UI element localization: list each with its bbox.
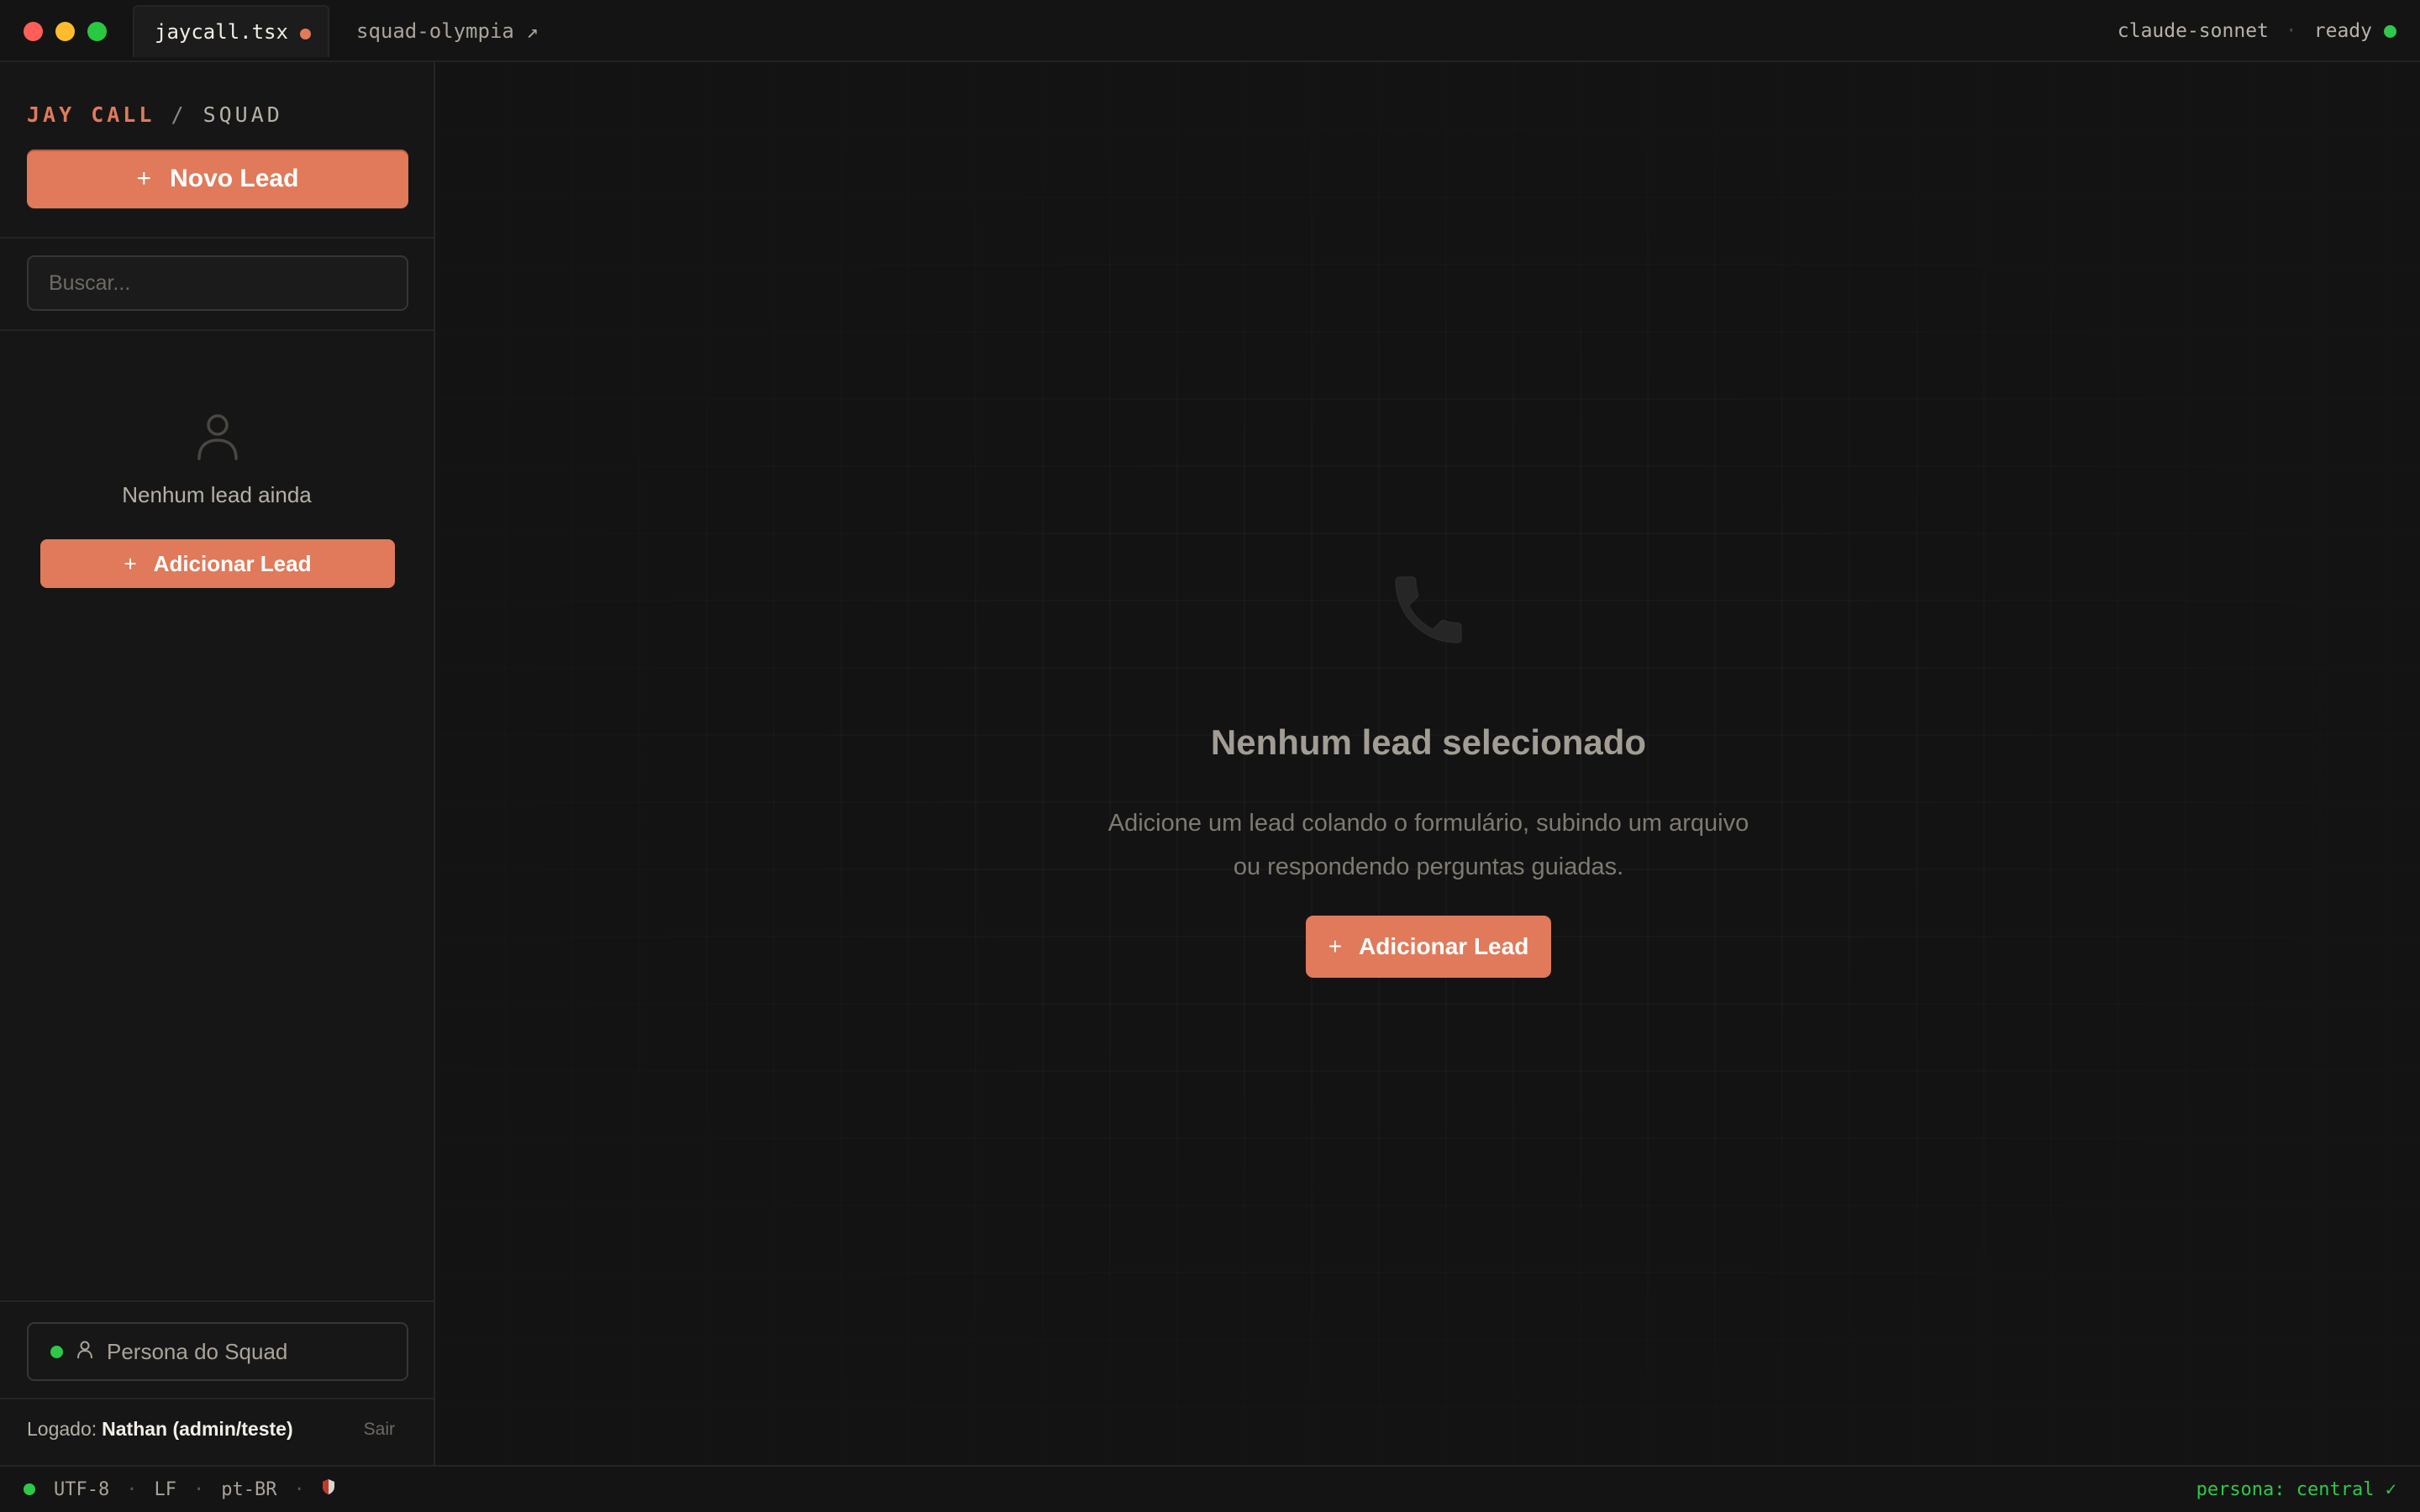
encoding[interactable]: UTF-8 (54, 1479, 109, 1500)
plus-icon: + (136, 165, 152, 192)
logout-link[interactable]: Sair (364, 1420, 395, 1440)
add-lead-main-label: Adicionar Lead (1359, 933, 1529, 959)
plus-icon: + (1328, 933, 1343, 959)
logged-user: Logado: Nathan (admin/teste) Sair (27, 1418, 408, 1441)
separator: · (126, 1478, 138, 1500)
persona-selector[interactable]: Persona do Squad (27, 1322, 408, 1381)
ready-status: ready (2313, 20, 2372, 42)
line-ending[interactable]: LF (154, 1479, 176, 1500)
status-dot-icon (50, 1345, 63, 1358)
status-bar: UTF-8 · LF · pt-BR · persona: central ✓ (0, 1465, 2420, 1512)
brand-slash: / (155, 102, 203, 127)
shield-icon (322, 1478, 335, 1500)
phone-icon (1385, 566, 1472, 658)
maximize-window-button[interactable] (87, 22, 107, 41)
add-lead-label: Adicionar Lead (153, 550, 312, 576)
logged-prefix: Logado: (27, 1418, 97, 1440)
brand-name: JAY CALL (27, 102, 155, 127)
main-panel: Nenhum lead selecionado Adicione um lead… (437, 62, 2420, 1465)
tab-jaycall[interactable]: jaycall.tsx (133, 5, 329, 57)
brand: JAY CALL / SQUAD (27, 102, 283, 127)
empty-state-text: Nenhum lead ainda (122, 482, 312, 507)
status-dot-icon (24, 1483, 35, 1495)
search-input[interactable] (27, 255, 408, 311)
titlebar-status: claude-sonnet · ready (2118, 0, 2396, 62)
plus-icon: + (124, 550, 137, 576)
persona-label: Persona do Squad (107, 1338, 288, 1364)
brand-section: SQUAD (203, 102, 283, 127)
close-window-button[interactable] (24, 22, 43, 41)
title-bar: jaycall.tsx squad-olympia ↗ claude-sonne… (0, 0, 2420, 62)
separator: · (192, 1478, 205, 1500)
separator: · (293, 1478, 305, 1500)
model-name: claude-sonnet (2117, 20, 2269, 42)
persona-status: persona: central ✓ (2196, 1478, 2396, 1500)
minimize-window-button[interactable] (55, 22, 75, 41)
divider (0, 237, 434, 239)
ready-dot-icon (2384, 24, 2396, 38)
divider (0, 1300, 434, 1302)
divider (0, 329, 434, 331)
add-lead-button[interactable]: + Adicionar Lead (40, 539, 395, 588)
person-icon (76, 1339, 93, 1365)
background-vignette (437, 62, 2420, 1465)
empty-title: Nenhum lead selecionado (1210, 722, 1647, 762)
new-lead-button[interactable]: + Novo Lead (27, 150, 408, 208)
unsaved-dot-icon (299, 28, 311, 39)
language[interactable]: pt-BR (221, 1479, 276, 1500)
sidebar: JAY CALL / SQUAD + Novo Lead Nenhum lead… (0, 62, 435, 1465)
tab-squad-olympia[interactable]: squad-olympia ↗ (356, 5, 539, 57)
empty-description: Adicione um lead colando o formulário, s… (1107, 810, 1749, 880)
add-lead-main-button[interactable]: + Adicionar Lead (1306, 916, 1551, 978)
logged-user-name: Nathan (admin/teste) (102, 1418, 293, 1440)
new-lead-label: Novo Lead (170, 165, 299, 192)
separator: · (2285, 20, 2297, 42)
user-icon (195, 412, 240, 466)
tab-label: jaycall.tsx (155, 20, 288, 44)
divider (0, 1398, 434, 1399)
tab-label: squad-olympia ↗ (356, 19, 539, 43)
